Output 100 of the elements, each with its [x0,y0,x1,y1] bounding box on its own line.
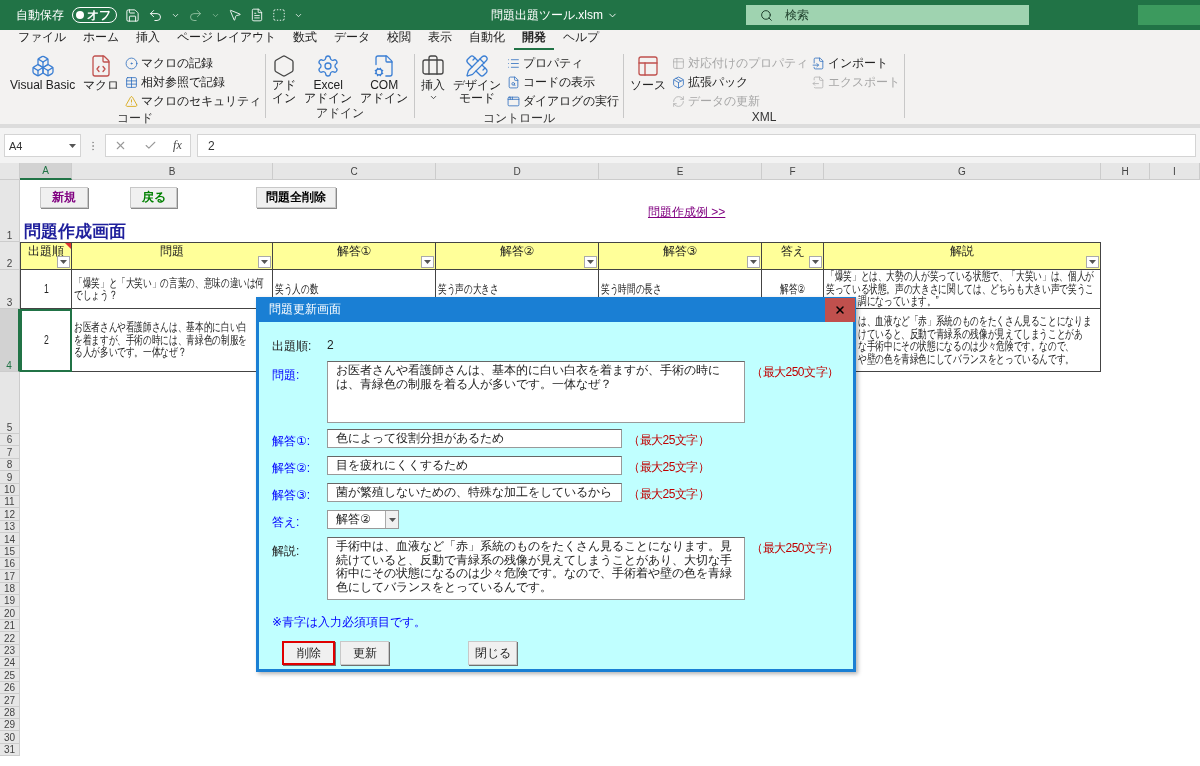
row-header[interactable]: 2 [0,242,20,270]
filter-button[interactable] [57,256,70,268]
ribbon-tab[interactable]: ヘルプ [555,29,608,50]
sheet-title: 問題作成画面 [23,221,127,243]
row-header[interactable]: 22 [0,632,20,645]
ribbon-button[interactable]: デザイン モード [451,54,504,106]
insert-function-button[interactable]: fx [173,138,182,153]
ribbon-button[interactable]: インポート [812,55,901,72]
row-header[interactable]: 4 [0,309,20,372]
filter-button[interactable] [1086,256,1099,268]
row-header[interactable]: 3 [0,270,20,309]
column-header[interactable]: A [20,163,72,180]
row-header[interactable]: 27 [0,694,20,707]
save-icon[interactable] [125,7,140,23]
column-header[interactable]: F [762,163,824,180]
sheet-button[interactable]: 新規 [40,187,88,208]
pointer-icon[interactable] [228,8,242,22]
text-box-icon[interactable] [272,8,286,22]
row-header[interactable]: 20 [0,607,20,620]
refresh-icon [672,95,686,108]
row-header[interactable]: 5 [0,372,20,434]
row-header[interactable]: 19 [0,595,20,608]
ribbon-button[interactable]: マクロのセキュリティ [125,93,262,110]
filter-button[interactable] [747,256,760,268]
dialog-button[interactable]: 更新 [340,641,389,665]
caret-icon [587,260,594,264]
column-header[interactable]: G [824,163,1101,180]
ribbon-tab[interactable]: 数式 [285,29,326,50]
row-header[interactable]: 17 [0,570,20,583]
ribbon-button[interactable]: ダイアログの実行 [507,93,620,110]
row-header[interactable]: 14 [0,533,20,546]
filter-button[interactable] [421,256,434,268]
undo-icon[interactable] [148,7,163,23]
ribbon-button[interactable]: マクロ [81,54,122,93]
ribbon-button[interactable]: アド イン [270,54,299,106]
example-link[interactable]: 問題作成例 >> [648,204,726,221]
close-button[interactable] [825,297,855,322]
column-header[interactable]: C [273,163,436,180]
ribbon-tab[interactable]: ページ レイアウト [169,29,285,50]
answer-dropdown[interactable]: 解答② [327,510,399,529]
sheet-button[interactable]: 戻る [130,187,177,208]
ribbon-tab[interactable]: 表示 [420,29,461,50]
input-field[interactable]: 菌が繁殖しないための、特殊な加工をしているから [327,483,622,502]
table-cell: 1 [20,270,72,309]
cubes-icon [30,54,55,78]
formula-field[interactable]: 2 [197,134,1196,157]
ribbon-tab[interactable]: ホーム [75,29,127,50]
row-header[interactable]: 12 [0,508,20,521]
name-box[interactable]: A4 [4,134,81,157]
row-header[interactable]: 7 [0,446,20,459]
column-header[interactable]: H [1101,163,1150,180]
limit-hint: （最大25文字） [628,486,710,503]
filter-button[interactable] [584,256,597,268]
ribbon-tab[interactable]: 校閲 [379,29,420,50]
autosave-label: 自動保存 [16,6,64,24]
ribbon-button[interactable]: COM アドイン [358,54,411,106]
ribbon-button[interactable]: Visual Basic [8,54,78,93]
input-field[interactable]: 目を疲れにくくするため [327,456,622,475]
sheet-button[interactable]: 問題全削除 [256,187,336,208]
document-icon[interactable] [250,8,264,22]
field-value: 2 [327,338,334,353]
column-header[interactable]: D [436,163,599,180]
search-field[interactable]: 検索 [746,5,1029,25]
dialog-button[interactable]: 削除 [282,641,335,665]
ribbon-tab[interactable]: 挿入 [128,29,168,50]
column-header[interactable]: E [599,163,762,180]
ribbon-button[interactable]: 拡張パック [672,74,809,91]
row-header[interactable]: 6 [0,434,20,447]
row-header[interactable]: 25 [0,669,20,682]
ribbon-button[interactable]: 相対参照で記録 [125,74,262,91]
required-note: ※青字は入力必須項目です。 [272,614,428,631]
filter-button[interactable] [258,256,271,268]
input-field[interactable]: 色によって役割分担があるため [327,429,622,448]
dialog-button[interactable]: 閉じる [468,641,517,665]
caret-icon [261,260,268,264]
record-icon [125,57,139,70]
row-header[interactable]: 9 [0,471,20,484]
import-icon [812,57,826,70]
row-header[interactable]: 30 [0,731,20,744]
field-label: 問題: [272,367,301,384]
column-header[interactable]: B [72,163,273,180]
text-area[interactable]: お医者さんや看護師さんは、基本的に白い白衣を着ますが、手術の時には、青緑色の制服を着る人が多いです。一体なぜ？ [327,361,745,423]
ribbon-button[interactable]: Excel アドイン [302,54,355,106]
enter-icon[interactable] [143,139,157,152]
ribbon-tab[interactable]: 自動化 [461,29,514,50]
ribbon-tab[interactable]: ファイル [10,29,74,50]
ribbon-button[interactable]: コードの表示 [507,74,620,91]
row-header[interactable]: 24 [0,657,20,670]
ribbon-button[interactable]: マクロの記録 [125,55,262,72]
row-header[interactable]: 1 [0,180,20,242]
text-area[interactable]: 手術中は、血液など「赤」系統のものをたくさん見ることになります。見続けていると、反動で青緑系の残像が見えてしまうことがあり、大切な手術中にその状態になるのは少々危険です。なので、手術着や壁の色を青緑色にしてバランスをとっているんです。 [327,537,745,600]
ribbon-button[interactable]: プロパティ [507,55,620,72]
redo-icon[interactable] [188,7,203,23]
ribbon-button[interactable]: 挿入 [419,54,448,103]
ribbon-tab[interactable]: データ [326,29,379,50]
ribbon-button[interactable]: ソース [628,54,669,93]
column-heading: 問題 [72,242,273,270]
column-header[interactable]: I [1150,163,1200,180]
workbook-title[interactable]: 問題出題ツール.xlsm [491,6,618,24]
filter-button[interactable] [809,256,822,268]
